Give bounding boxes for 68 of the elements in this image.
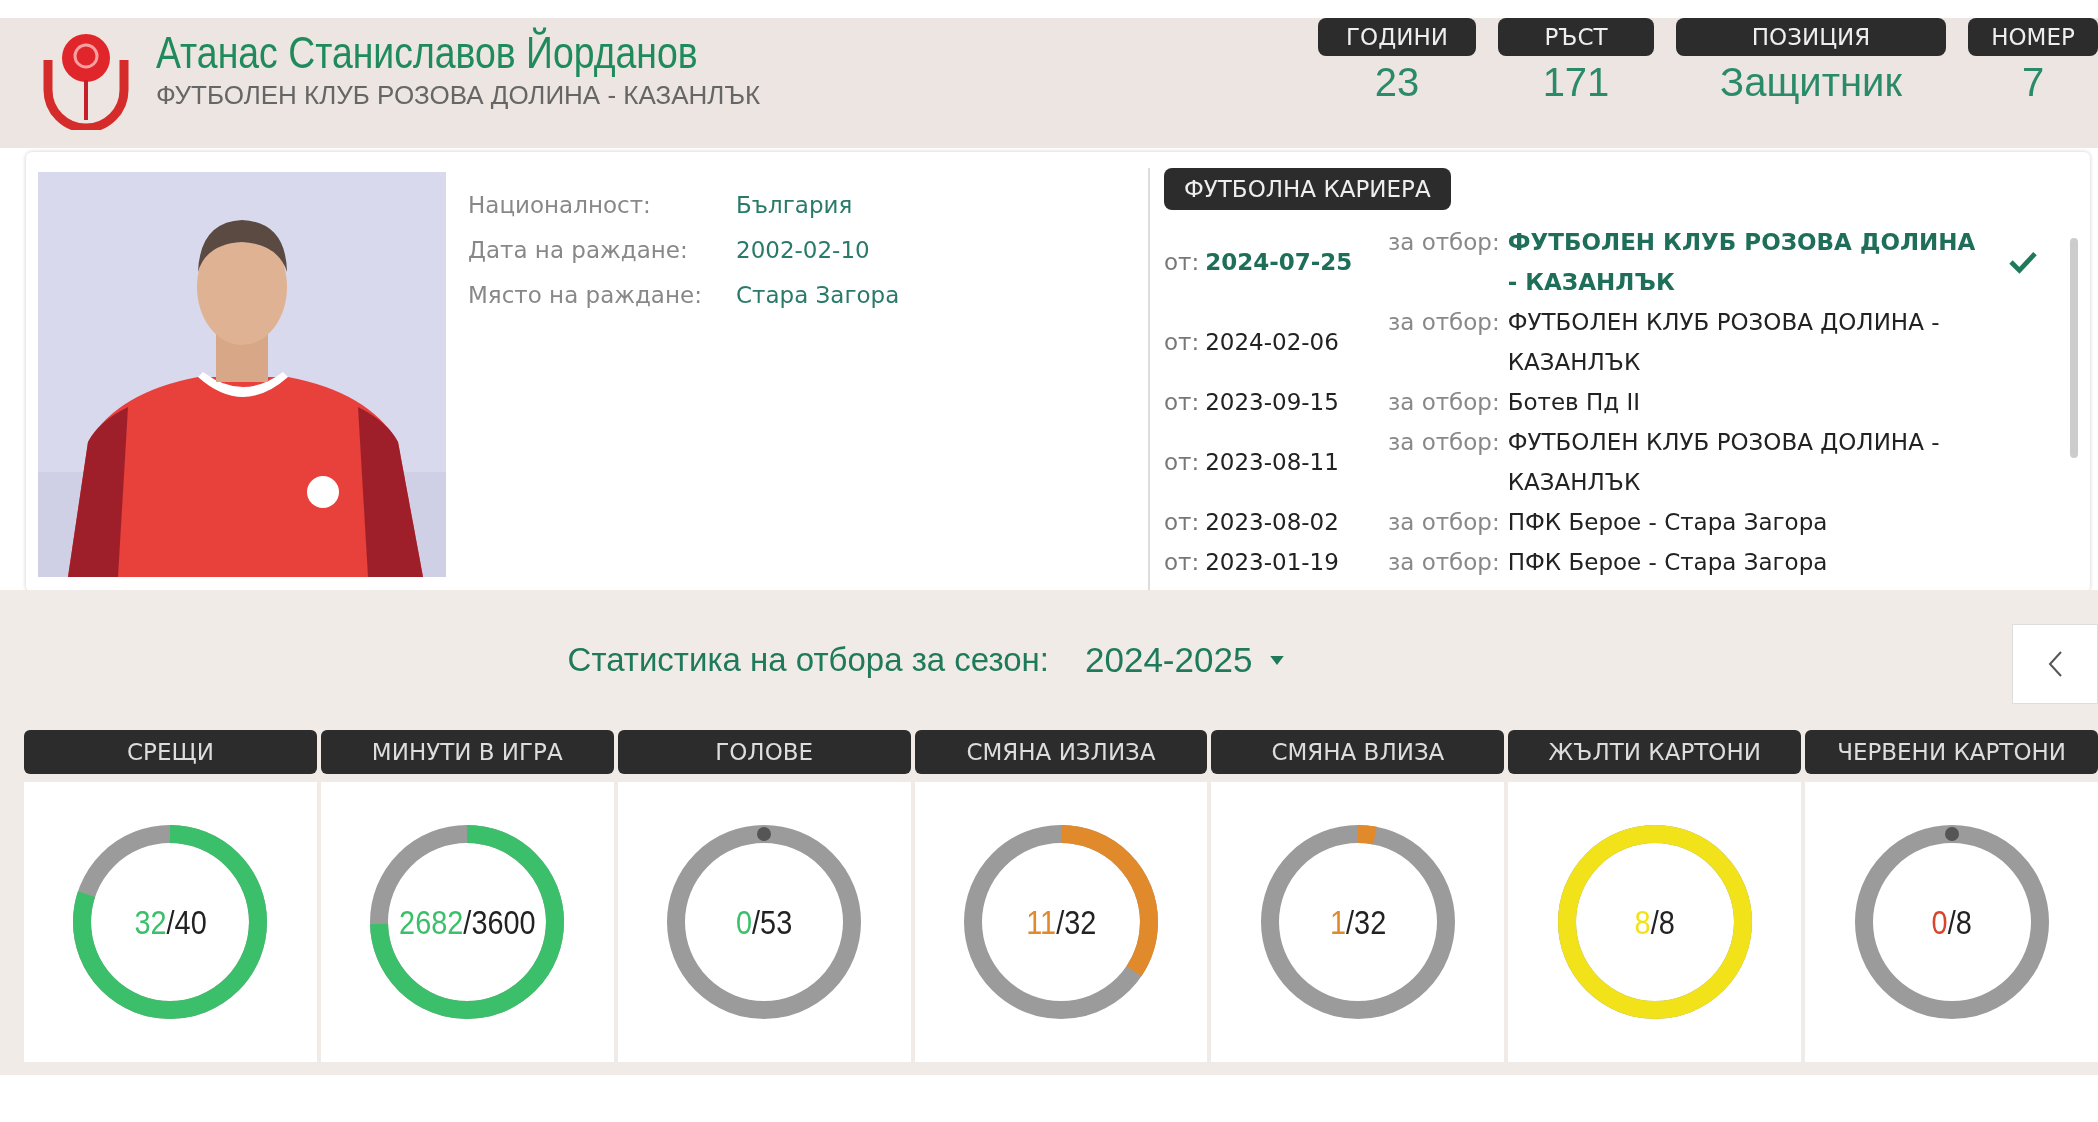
team-name: Ботев Пд II xyxy=(1507,388,1641,417)
from-label: от: xyxy=(1164,329,1200,355)
career-date: 2023-09-15 xyxy=(1205,389,1339,415)
team-name: ПФК Берое - Стара Загора xyxy=(1507,508,1828,537)
fact-label: РЪСТ xyxy=(1498,18,1654,56)
fact-value: 23 xyxy=(1374,60,1420,105)
stat-heading: СМЯНА ВЛИЗА xyxy=(1211,730,1505,774)
team-label: за отбор: xyxy=(1388,428,1500,457)
career-date: 2023-08-02 xyxy=(1205,509,1339,535)
stat-count: 0 xyxy=(1931,902,1948,941)
collapse-button[interactable] xyxy=(2012,624,2098,704)
detail-label: Дата на раждане: xyxy=(468,236,689,263)
season-dropdown[interactable]: 2024-2025 xyxy=(1079,639,1291,681)
stat-heading: ЧЕРВЕНИ КАРТОНИ xyxy=(1805,730,2098,774)
team-name: ФУТБОЛЕН КЛУБ РОЗОВА ДОЛИНА - КАЗАНЛЪК xyxy=(1507,228,1977,297)
stat-total: /53 xyxy=(752,902,793,941)
stat-heading: ГОЛОВЕ xyxy=(617,730,911,774)
stat-count: 0 xyxy=(736,902,753,941)
detail-label: Националност: xyxy=(468,191,652,218)
stat-heading: ЖЪЛТИ КАРТОНИ xyxy=(1508,730,1802,774)
career-date: 2023-08-11 xyxy=(1205,449,1339,475)
detail-value: Стара Загора xyxy=(736,281,900,308)
stat-count: 1 xyxy=(1329,902,1346,941)
caret-icon xyxy=(1270,655,1285,665)
chevron-left-icon xyxy=(2047,650,2063,678)
career-date: 2023-01-19 xyxy=(1205,549,1339,575)
stat-total: /8 xyxy=(1650,902,1675,941)
stat-total: /8 xyxy=(1947,902,1972,941)
career-date: 2024-07-25 xyxy=(1205,249,1353,275)
from-label: от: xyxy=(1164,249,1200,275)
stat-heading: СРЕЩИ xyxy=(24,730,317,774)
club-name: ФУТБОЛЕН КЛУБ РОЗОВА ДОЛИНА - КАЗАНЛЪК xyxy=(156,80,762,111)
team-label: за отбор: xyxy=(1388,228,1500,257)
detail-label: Място на раждане: xyxy=(468,281,703,308)
stat-count: 11 xyxy=(1025,902,1056,941)
career-date: 2024-02-06 xyxy=(1205,329,1339,355)
career-heading: ФУТБОЛНА КАРИЕРА xyxy=(1164,168,1451,210)
from-label: от: xyxy=(1164,389,1200,415)
stat-count: 2682 xyxy=(398,902,464,941)
team-label: за отбор: xyxy=(1388,508,1500,537)
team-name: ФУТБОЛЕН КЛУБ РОЗОВА ДОЛИНА - КАЗАНЛЪК xyxy=(1507,308,1941,377)
team-label: за отбор: xyxy=(1388,308,1500,337)
team-name: ПФК Берое - Стара Загора xyxy=(1507,548,1828,577)
fact-value: 171 xyxy=(1542,60,1610,105)
team-name: ФУТБОЛЕН КЛУБ РОЗОВА ДОЛИНА - КАЗАНЛЪК xyxy=(1507,428,1941,497)
player-name: Атанас Станиславов Йорданов xyxy=(156,28,698,78)
fact-label: НОМЕР xyxy=(1968,18,2098,56)
detail-value: 2002-02-10 xyxy=(736,236,870,263)
stat-heading: МИНУТИ В ИГРА xyxy=(320,730,614,774)
team-label: за отбор: xyxy=(1388,548,1500,577)
fact-label: ПОЗИЦИЯ xyxy=(1676,18,1946,56)
scrollbar[interactable] xyxy=(2070,238,2078,458)
season-label: Статистика на отбора за сезон: xyxy=(567,641,1049,679)
team-label: за отбор: xyxy=(1388,388,1500,417)
stat-count: 8 xyxy=(1634,902,1651,941)
detail-value: България xyxy=(736,191,853,218)
stat-heading: СМЯНА ИЗЛИЗА xyxy=(914,730,1208,774)
stat-total: /40 xyxy=(166,902,207,941)
from-label: от: xyxy=(1164,509,1200,535)
stat-total: /32 xyxy=(1345,902,1386,941)
from-label: от: xyxy=(1164,549,1200,575)
stat-total: /3600 xyxy=(463,902,536,941)
fact-label: ГОДИНИ xyxy=(1318,18,1476,56)
stat-count: 32 xyxy=(134,902,167,941)
stat-total: /32 xyxy=(1055,902,1097,941)
fact-value: Защитник xyxy=(1720,60,1902,105)
from-label: от: xyxy=(1164,449,1200,475)
fact-value: 7 xyxy=(2021,60,2045,105)
